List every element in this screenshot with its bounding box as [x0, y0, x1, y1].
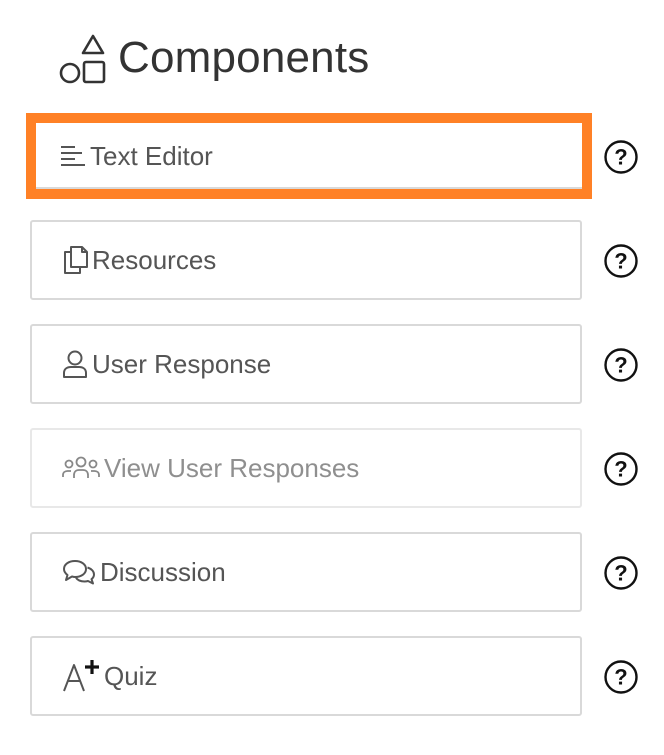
- component-view-user-responses[interactable]: View User Responses: [30, 428, 582, 508]
- component-text-editor[interactable]: Text Editor: [26, 113, 592, 199]
- svg-text:?: ?: [614, 561, 627, 586]
- users-group-icon: [62, 456, 100, 480]
- question-circle-icon[interactable]: ?: [604, 660, 638, 694]
- question-circle-icon[interactable]: ?: [604, 140, 638, 174]
- shapes-icon: [59, 34, 106, 84]
- text-lines-icon: [60, 144, 86, 168]
- svg-text:?: ?: [614, 457, 627, 482]
- components-header: Components: [58, 28, 369, 88]
- component-discussion[interactable]: Discussion: [30, 532, 582, 612]
- a-plus-icon: [62, 659, 100, 693]
- component-quiz[interactable]: Quiz: [30, 636, 582, 716]
- component-label: Resources: [92, 244, 217, 275]
- svg-text:?: ?: [614, 249, 627, 274]
- svg-text:?: ?: [614, 353, 627, 378]
- component-label: View User Responses: [104, 452, 360, 483]
- question-circle-icon[interactable]: ?: [604, 556, 638, 590]
- component-label: Text Editor: [90, 140, 213, 171]
- component-label: Discussion: [100, 556, 226, 587]
- question-circle-icon[interactable]: ?: [604, 244, 638, 278]
- user-icon: [62, 350, 88, 378]
- documents-icon: [62, 245, 88, 275]
- component-user-response[interactable]: User Response: [30, 324, 582, 404]
- component-label: Quiz: [104, 660, 158, 691]
- svg-text:?: ?: [614, 665, 627, 690]
- question-circle-icon[interactable]: ?: [604, 348, 638, 382]
- page-title: Components: [118, 33, 370, 82]
- component-label: User Response: [92, 348, 272, 379]
- chat-bubbles-icon: [62, 559, 96, 585]
- component-resources[interactable]: Resources: [30, 220, 582, 300]
- svg-text:?: ?: [614, 145, 627, 170]
- question-circle-icon[interactable]: ?: [604, 452, 638, 486]
